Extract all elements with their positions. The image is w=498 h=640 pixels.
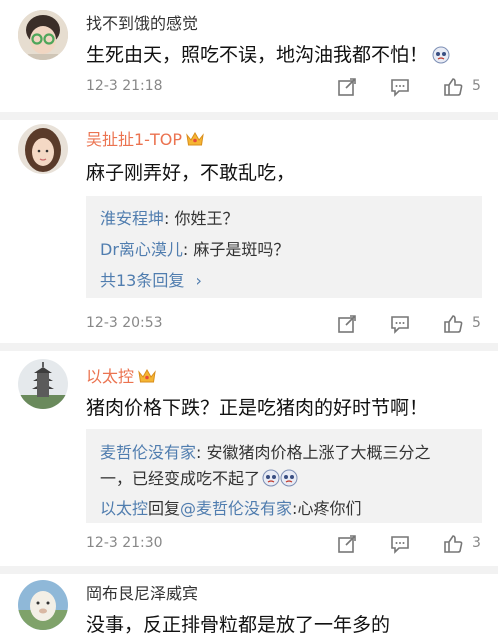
more-replies-label: 共13条回复 — [100, 271, 185, 290]
avatar[interactable] — [18, 124, 68, 174]
avatar[interactable] — [18, 359, 68, 409]
reply-box: 麦哲伦没有家: 安徽猪肉价格上涨了大概三分之 一，已经变成吃不起了 以太控回复@… — [86, 429, 482, 523]
comment-text: 没事，反正排骨粒都是放了一年多的 — [86, 614, 391, 636]
reply-username[interactable]: 以太控 — [100, 499, 148, 518]
comment-item: 吴扯扯1-TOP 麻子刚弄好，不敢乱吃， 淮安程坤: 你姓王？ Dr离心漠儿: … — [0, 120, 498, 342]
timestamp: 12-3 21:18 — [86, 78, 163, 94]
comment-text: 麻子刚弄好，不敢乱吃， — [86, 162, 296, 184]
reply-mention[interactable]: @麦哲伦没有家 — [180, 499, 292, 518]
divider — [0, 566, 498, 574]
reply-username[interactable]: 麦哲伦没有家 — [100, 443, 196, 462]
like-count: 5 — [472, 315, 481, 331]
comment-meta: 12-3 21:18 5 — [86, 76, 486, 100]
reply-item-continued: 一，已经变成吃不起了 — [100, 465, 298, 489]
reply-text: :心疼你们 — [292, 499, 362, 518]
crown-icon — [138, 368, 156, 383]
like-count: 3 — [472, 535, 481, 551]
comment-text: 生死由天，照吃不误，地沟油我都不怕！ — [86, 40, 450, 67]
repost-icon[interactable] — [336, 533, 358, 555]
repost-icon[interactable] — [336, 313, 358, 335]
like-count: 5 — [472, 78, 481, 94]
reply-text: : 你姓王？ — [164, 209, 239, 228]
emoji-icon — [280, 469, 298, 487]
crown-icon — [186, 131, 204, 146]
comment-item: 以太控 猪肉价格下跌？正是吃猪肉的好时节啊！ 麦哲伦没有家: 安徽猪肉价格上涨了… — [0, 351, 498, 567]
comment-meta: 12-3 21:30 3 — [86, 533, 486, 557]
comment-text: 猪肉价格下跌？正是吃猪肉的好时节啊！ — [86, 397, 429, 419]
repost-icon[interactable] — [336, 76, 358, 98]
like-icon[interactable] — [442, 313, 464, 335]
divider — [0, 343, 498, 351]
comment-text-content: 生死由天，照吃不误，地沟油我都不怕！ — [86, 44, 429, 66]
divider — [0, 112, 498, 120]
reply-verb: 回复 — [148, 499, 181, 518]
reply-item: 麦哲伦没有家: 安徽猪肉价格上涨了大概三分之 — [100, 439, 431, 463]
avatar[interactable] — [18, 580, 68, 630]
comment-icon[interactable] — [389, 533, 411, 555]
username-text: 以太控 — [86, 367, 135, 386]
avatar[interactable] — [18, 10, 68, 60]
like-icon[interactable] — [442, 533, 464, 555]
reply-item: 淮安程坤: 你姓王？ — [100, 205, 239, 229]
like-icon[interactable] — [442, 76, 464, 98]
comment-item: 找不到饿的感觉 生死由天，照吃不误，地沟油我都不怕！ 12-3 21:18 5 — [0, 0, 498, 110]
username[interactable]: 岡布艮尼泽威宾 — [86, 580, 198, 604]
reply-text: 一，已经变成吃不起了 — [100, 469, 261, 488]
timestamp: 12-3 21:30 — [86, 535, 163, 551]
username-text: 吴扯扯1-TOP — [86, 130, 182, 149]
timestamp: 12-3 20:53 — [86, 315, 163, 331]
emoji-icon — [432, 46, 450, 64]
username[interactable]: 吴扯扯1-TOP — [86, 126, 204, 150]
comment-meta: 12-3 20:53 5 — [86, 313, 486, 337]
more-replies-link[interactable]: 共13条回复 › — [100, 267, 202, 291]
reply-item: 以太控回复@麦哲伦没有家:心疼你们 — [100, 495, 361, 519]
reply-username[interactable]: 淮安程坤 — [100, 209, 164, 228]
reply-item: Dr离心漠儿: 麻子是斑吗？ — [100, 236, 289, 260]
username[interactable]: 找不到饿的感觉 — [86, 10, 198, 34]
reply-box: 淮安程坤: 你姓王？ Dr离心漠儿: 麻子是斑吗？ 共13条回复 › — [86, 196, 482, 298]
reply-text: : 麻子是斑吗？ — [182, 240, 290, 259]
reply-username[interactable]: Dr离心漠儿 — [100, 240, 183, 259]
comment-icon[interactable] — [389, 313, 411, 335]
reply-text: : 安徽猪肉价格上涨了大概三分之 — [196, 443, 431, 462]
comment-item: 岡布艮尼泽威宾 没事，反正排骨粒都是放了一年多的 — [0, 574, 498, 640]
username[interactable]: 以太控 — [86, 363, 156, 387]
emoji-icon — [262, 469, 280, 487]
comment-icon[interactable] — [389, 76, 411, 98]
chevron-right-icon: › — [195, 271, 202, 290]
